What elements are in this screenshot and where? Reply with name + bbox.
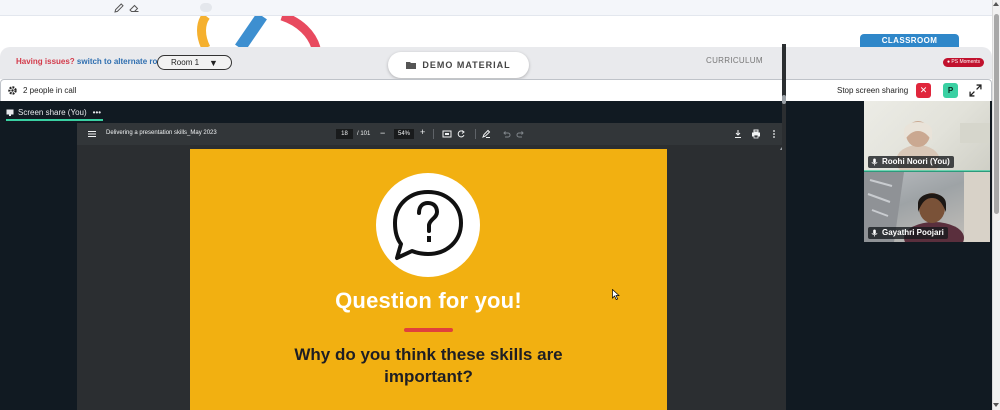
participant-p-button[interactable]: P bbox=[943, 83, 958, 98]
microphone-icon bbox=[871, 158, 878, 166]
question-bubble-icon bbox=[376, 173, 480, 277]
mouse-cursor-icon bbox=[612, 289, 620, 300]
fit-page-icon[interactable] bbox=[442, 129, 452, 139]
slide-body-text: Why do you think these skills are import… bbox=[294, 345, 563, 386]
page-scrollbar-thumb[interactable] bbox=[994, 14, 999, 214]
download-icon[interactable] bbox=[733, 129, 743, 139]
gear-icon[interactable] bbox=[7, 85, 18, 96]
zoom-input[interactable]: 54% bbox=[394, 129, 414, 139]
people-count: 2 people in call bbox=[23, 86, 77, 95]
scroll-up-arrow-icon[interactable] bbox=[993, 2, 999, 6]
demo-material-button[interactable]: DEMO MATERIAL bbox=[388, 52, 529, 78]
eraser-icon[interactable] bbox=[128, 2, 140, 14]
stop-sharing-button[interactable]: ✕ bbox=[916, 83, 931, 98]
pencil-icon[interactable] bbox=[113, 2, 125, 14]
moments-icon: ● bbox=[947, 59, 951, 65]
slide-divider bbox=[404, 328, 453, 332]
moments-label: PS Moments bbox=[951, 59, 981, 65]
slide-heading: Question for you! bbox=[335, 288, 522, 313]
screen-share-icon bbox=[6, 109, 14, 116]
redo-icon[interactable] bbox=[516, 129, 526, 139]
more-options-icon[interactable]: ••• bbox=[93, 108, 101, 117]
pdf-viewer: Delivering a presentation skills_May 202… bbox=[77, 123, 786, 410]
caret-down-icon: ▼ bbox=[209, 57, 218, 68]
menu-icon[interactable] bbox=[87, 129, 97, 139]
room-navbar: Having issues? switch to alternate room … bbox=[0, 47, 992, 79]
demo-material-label: DEMO MATERIAL bbox=[422, 60, 511, 70]
toolbar-divider-2 bbox=[475, 129, 476, 139]
more-vertical-icon[interactable] bbox=[769, 129, 779, 139]
screen-share-tab[interactable]: Screen share (You) ••• bbox=[6, 106, 104, 121]
toolbar-divider bbox=[433, 129, 434, 139]
participant-name-label: Roohi Noori (You) bbox=[868, 156, 954, 168]
stop-sharing-label: Stop screen sharing bbox=[837, 86, 909, 95]
scroll-down-arrow-icon[interactable] bbox=[993, 403, 999, 407]
undo-icon[interactable] bbox=[501, 129, 511, 139]
brand-logo-arcs bbox=[197, 16, 321, 48]
pdf-canvas: Question for you! Why do you think these… bbox=[77, 145, 786, 410]
participant-tile[interactable]: Roohi Noori (You) bbox=[864, 101, 990, 171]
pdf-scrollbar-thumb[interactable] bbox=[782, 95, 786, 104]
room-select-value: Room 1 bbox=[171, 58, 200, 67]
screen-share-label: Screen share (You) bbox=[18, 108, 87, 117]
issue-prefix: Having issues? bbox=[16, 57, 75, 66]
microphone-icon bbox=[871, 229, 878, 237]
participant-name: Roohi Noori (You) bbox=[882, 157, 950, 166]
alternate-room-link[interactable]: switch to alternate room bbox=[77, 57, 169, 66]
call-header: 2 people in call Stop screen sharing ✕ P bbox=[0, 79, 992, 101]
rotate-icon[interactable] bbox=[456, 129, 466, 139]
toggle-switch[interactable] bbox=[200, 3, 212, 12]
ps-moments-badge[interactable]: ● PS Moments bbox=[943, 58, 985, 67]
expand-icon[interactable] bbox=[969, 84, 982, 97]
issue-notice: Having issues? switch to alternate room bbox=[16, 57, 169, 66]
zoom-out-button[interactable]: − bbox=[380, 128, 385, 138]
call-area: Screen share (You) ••• Delivering a pres… bbox=[0, 101, 992, 410]
room-select[interactable]: Room 1 ▼ bbox=[157, 55, 232, 70]
folder-icon bbox=[406, 62, 417, 69]
page-total: / 101 bbox=[357, 131, 371, 137]
question-mark-icon bbox=[393, 190, 463, 260]
pdf-scrollbar[interactable] bbox=[782, 44, 786, 309]
slide-page: Question for you! Why do you think these… bbox=[190, 149, 667, 410]
tab-classroom[interactable]: CLASSROOM bbox=[860, 34, 959, 47]
print-icon[interactable] bbox=[751, 129, 761, 139]
logo-band bbox=[0, 16, 992, 48]
page-number-input[interactable]: 18 bbox=[336, 129, 353, 139]
participant-tile[interactable]: Gayathri Poojari bbox=[864, 172, 990, 242]
annotate-icon[interactable] bbox=[481, 129, 491, 139]
top-tool-strip bbox=[0, 0, 992, 16]
participant-name-label: Gayathri Poojari bbox=[868, 227, 948, 239]
tab-curriculum[interactable]: CURRICULUM bbox=[706, 56, 763, 65]
zoom-in-button[interactable]: + bbox=[420, 127, 425, 137]
pdf-title: Delivering a presentation skills_May 202… bbox=[106, 130, 217, 136]
pdf-toolbar: Delivering a presentation skills_May 202… bbox=[77, 123, 786, 145]
participant-name: Gayathri Poojari bbox=[882, 228, 944, 237]
